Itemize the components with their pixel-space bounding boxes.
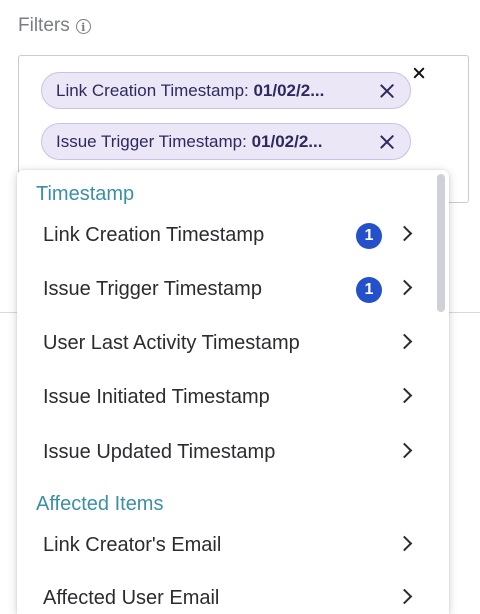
menu-item-label: Link Creation Timestamp (43, 223, 265, 246)
close-icon[interactable] (378, 82, 396, 100)
filters-panel: Filters i Link Creation Timestamp: 01/02… (0, 0, 480, 614)
chevron-right-icon (396, 333, 413, 350)
menu-item-label: Issue Trigger Timestamp (43, 277, 262, 300)
chevron-right-icon (396, 588, 413, 605)
menu-item-affected-user-email[interactable]: Affected User Email (17, 578, 432, 614)
menu-item-label: Affected User Email (43, 586, 220, 609)
filter-chip-text: Link Creation Timestamp: 01/02/2... (56, 80, 325, 100)
menu-item-link-creators-email[interactable]: Link Creator's Email (17, 525, 432, 565)
filters-label: Filters (18, 15, 70, 36)
chevron-right-icon (396, 279, 413, 296)
filter-chip-link-creation[interactable]: Link Creation Timestamp: 01/02/2... (41, 72, 411, 109)
info-icon[interactable]: i (75, 18, 91, 34)
close-icon[interactable] (378, 133, 396, 151)
menu-item-issue-trigger-timestamp[interactable]: Issue Trigger Timestamp 1 (17, 269, 432, 309)
menu-item-user-last-activity-timestamp[interactable]: User Last Activity Timestamp (17, 323, 432, 363)
menu-item-label: Issue Initiated Timestamp (43, 385, 270, 408)
clear-all-filters-icon[interactable] (412, 66, 426, 80)
chevron-right-icon (396, 387, 413, 404)
menu-item-label: User Last Activity Timestamp (43, 331, 300, 354)
chevron-right-icon (396, 535, 413, 552)
filters-header: Filters i (18, 15, 91, 37)
menu-item-issue-updated-timestamp[interactable]: Issue Updated Timestamp (17, 432, 432, 472)
filter-field-dropdown[interactable]: Timestamp Link Creation Timestamp 1 Issu… (17, 170, 449, 614)
count-badge: 1 (356, 223, 382, 249)
filter-chip-issue-trigger[interactable]: Issue Trigger Timestamp: 01/02/2... (41, 123, 411, 160)
group-title-affected-items: Affected Items (36, 493, 164, 515)
filter-chip-text: Issue Trigger Timestamp: 01/02/2... (56, 131, 323, 151)
dropdown-scrollbar[interactable] (437, 174, 445, 312)
menu-item-link-creation-timestamp[interactable]: Link Creation Timestamp 1 (17, 215, 432, 255)
menu-item-label: Link Creator's Email (43, 533, 222, 556)
chevron-right-icon (396, 442, 413, 459)
chevron-right-icon (396, 225, 413, 242)
count-badge: 1 (356, 277, 382, 303)
menu-item-issue-initiated-timestamp[interactable]: Issue Initiated Timestamp (17, 377, 432, 417)
menu-item-label: Issue Updated Timestamp (43, 440, 276, 463)
group-title-timestamp: Timestamp (36, 183, 135, 205)
